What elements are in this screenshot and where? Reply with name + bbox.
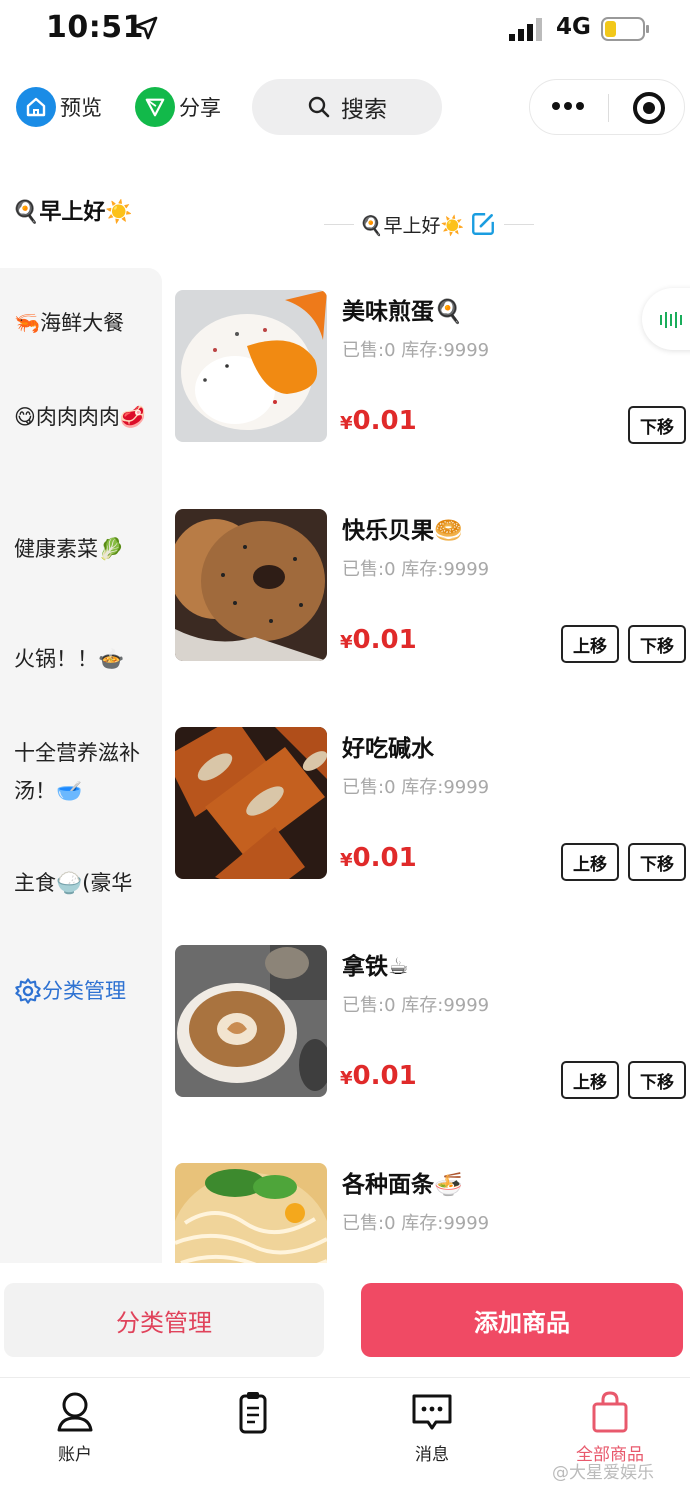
search-bar[interactable]: 搜索 xyxy=(252,79,442,135)
price-currency: ¥ xyxy=(340,850,353,871)
battery-icon xyxy=(601,17,649,41)
product-stock: 库存:9999 xyxy=(401,995,490,1016)
product-image-bagel xyxy=(175,509,327,661)
price-value: 0.01 xyxy=(352,1061,417,1091)
product-price: ¥0.01 xyxy=(340,1061,417,1091)
category-item[interactable]: 十全营养滋补汤！🥣 xyxy=(14,734,154,810)
divider-left xyxy=(323,223,354,225)
greeting-header: 🍳早上好☀️ xyxy=(314,206,544,242)
move-up-button[interactable]: 上移 xyxy=(561,843,619,881)
greeting-text: 🍳早上好☀️ xyxy=(359,214,465,237)
product-sold: 已售:0 xyxy=(342,1213,396,1234)
product-image-fried-egg xyxy=(175,290,327,442)
product-name: 各种面条🍜 xyxy=(342,1172,463,1198)
product-sold: 已售:0 xyxy=(342,559,396,580)
search-icon xyxy=(308,96,330,118)
category-item[interactable]: 🦐海鲜大餐 xyxy=(14,304,154,342)
clipboard-icon xyxy=(239,1392,267,1434)
product-price: ¥0.01 xyxy=(340,843,417,873)
product-card[interactable]: 各种面条🍜 已售:0 库存:9999 xyxy=(175,1163,685,1263)
product-meta: 已售:0 库存:9999 xyxy=(342,773,489,799)
gear-icon xyxy=(15,978,41,1004)
tab-messages[interactable]: 消息 xyxy=(377,1390,487,1470)
product-card[interactable]: 拿铁☕ 已售:0 库存:9999 ¥0.01 上移 下移 xyxy=(175,945,686,1099)
category-item[interactable]: 健康素菜🥬 xyxy=(14,530,154,568)
product-meta: 已售:0 库存:9999 xyxy=(342,555,489,581)
move-up-button[interactable]: 上移 xyxy=(561,1061,619,1099)
bottom-action-bar: 分类管理 添加商品 xyxy=(0,1263,690,1375)
product-meta: 已售:0 库存:9999 xyxy=(342,1209,489,1235)
sidebar-category-manage[interactable]: 分类管理 xyxy=(14,972,154,1010)
move-down-button[interactable]: 下移 xyxy=(628,1061,686,1099)
category-item[interactable]: 火锅！！🍲 xyxy=(14,640,154,678)
shopping-bag-icon xyxy=(592,1391,628,1433)
move-down-button[interactable]: 下移 xyxy=(628,843,686,881)
move-down-button[interactable]: 下移 xyxy=(628,406,686,444)
greeting-title: 🍳早上好☀️ xyxy=(12,200,133,225)
price-value: 0.01 xyxy=(352,843,417,873)
edit-icon[interactable] xyxy=(470,211,496,237)
product-sold: 已售:0 xyxy=(342,995,396,1016)
product-stock: 库存:9999 xyxy=(401,1213,490,1234)
product-sold: 已售:0 xyxy=(342,777,396,798)
product-stock: 库存:9999 xyxy=(401,777,490,798)
product-name: 拿铁☕ xyxy=(342,954,409,980)
product-name: 好吃碱水 xyxy=(342,736,434,762)
product-meta: 已售:0 库存:9999 xyxy=(342,336,489,362)
home-icon xyxy=(16,87,56,127)
move-down-button[interactable]: 下移 xyxy=(628,625,686,663)
product-price: ¥0.01 xyxy=(340,406,417,436)
close-target-icon[interactable] xyxy=(633,92,665,124)
send-icon xyxy=(135,87,175,127)
product-stock: 库存:9999 xyxy=(401,559,490,580)
tab-label: 消息 xyxy=(415,1445,449,1465)
location-arrow-icon xyxy=(134,16,158,40)
status-bar: 10:51 4G xyxy=(0,0,690,64)
move-up-button[interactable]: 上移 xyxy=(561,625,619,663)
price-value: 0.01 xyxy=(352,406,417,436)
status-time: 10:51 xyxy=(46,10,144,45)
network-type: 4G xyxy=(556,14,591,40)
product-card[interactable]: 美味煎蛋🍳 已售:0 库存:9999 ¥0.01 下移 xyxy=(175,290,686,444)
signal-icon xyxy=(509,18,542,41)
product-image-latte xyxy=(175,945,327,1097)
sidebar-manage-label: 分类管理 xyxy=(42,979,126,1003)
product-image-noodles xyxy=(175,1163,327,1263)
product-name: 快乐贝果🥯 xyxy=(342,518,463,544)
category-sidebar: 🦐海鲜大餐 😋肉肉肉肉🥩 健康素菜🥬 火锅！！🍲 十全营养滋补汤！🥣 主食🍚(豪… xyxy=(0,268,162,1263)
product-card[interactable]: 好吃碱水 已售:0 库存:9999 ¥0.01 上移 下移 xyxy=(175,727,686,881)
product-sold: 已售:0 xyxy=(342,340,396,361)
product-image-pretzel xyxy=(175,727,327,879)
category-manage-button[interactable]: 分类管理 xyxy=(4,1283,324,1357)
product-meta: 已售:0 库存:9999 xyxy=(342,991,489,1017)
product-price: ¥0.01 xyxy=(340,625,417,655)
add-product-button[interactable]: 添加商品 xyxy=(361,1283,683,1357)
message-icon xyxy=(412,1394,452,1430)
more-dots-icon[interactable] xyxy=(552,102,584,110)
tab-orders[interactable] xyxy=(198,1390,308,1470)
category-item[interactable]: 😋肉肉肉肉🥩 xyxy=(14,398,154,436)
tab-label: 账户 xyxy=(58,1445,92,1465)
product-card[interactable]: 快乐贝果🥯 已售:0 库存:9999 ¥0.01 上移 下移 xyxy=(175,509,686,663)
watermark: @大星爱娱乐 xyxy=(552,1463,654,1483)
product-stock: 库存:9999 xyxy=(401,340,490,361)
share-button[interactable]: 分享 xyxy=(135,86,221,128)
price-currency: ¥ xyxy=(340,1068,353,1089)
tab-account[interactable]: 账户 xyxy=(20,1390,130,1470)
capsule-divider xyxy=(608,94,609,122)
product-name: 美味煎蛋🍳 xyxy=(342,299,463,325)
divider-right xyxy=(504,223,535,225)
user-icon xyxy=(57,1392,93,1432)
preview-button[interactable]: 预览 xyxy=(16,86,102,128)
category-item[interactable]: 主食🍚(豪华 xyxy=(14,864,154,902)
price-currency: ¥ xyxy=(340,413,353,434)
preview-label: 预览 xyxy=(60,96,102,120)
search-label: 搜索 xyxy=(341,97,387,123)
price-currency: ¥ xyxy=(340,632,353,653)
share-label: 分享 xyxy=(179,96,221,120)
price-value: 0.01 xyxy=(352,625,417,655)
mini-program-capsule xyxy=(529,79,685,135)
